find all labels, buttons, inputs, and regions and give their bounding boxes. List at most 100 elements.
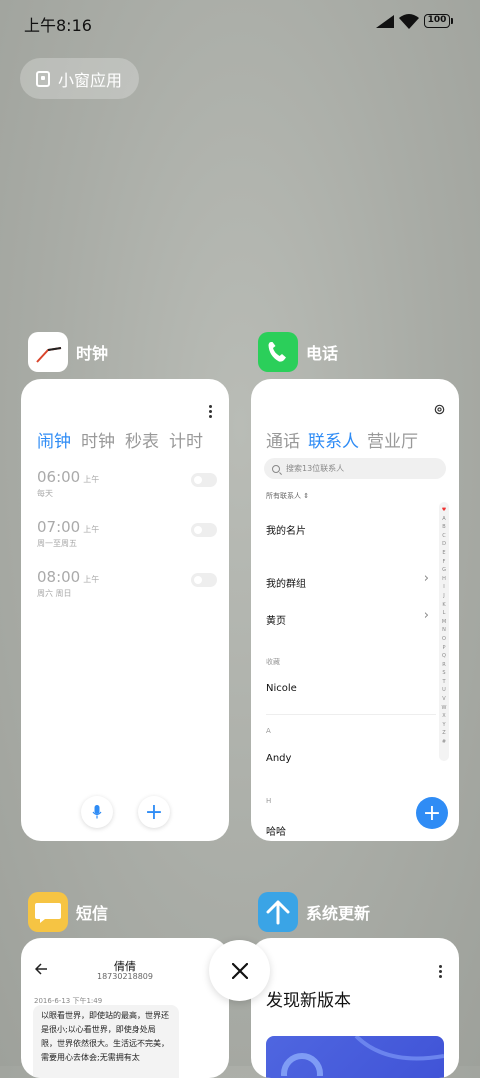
sms-app-icon bbox=[28, 892, 68, 932]
message-bubble[interactable]: 以眼看世界，即使站的最高，世界还是很小;以心看世界，即使身处局限，世界依然很大。… bbox=[33, 1005, 179, 1078]
sms-app-card[interactable]: 倩倩 18730218809 2016-6-13 下午1:49 以眼看世界，即使… bbox=[21, 938, 229, 1078]
update-app-header: 系统更新 bbox=[258, 892, 370, 932]
alphabet-index-letter[interactable]: B bbox=[442, 524, 445, 530]
plus-icon: + bbox=[422, 800, 442, 826]
alphabet-index-letter[interactable]: A bbox=[442, 516, 445, 522]
phone-app-header: 电话 bbox=[258, 332, 338, 372]
alarm-item[interactable]: 08:00 上午 周六 周日 bbox=[37, 567, 217, 599]
alphabet-index-letter[interactable]: J bbox=[443, 593, 444, 599]
divider bbox=[266, 714, 436, 715]
chevron-right-icon: › bbox=[423, 571, 429, 586]
alarm-time: 06:00 bbox=[37, 468, 81, 486]
sms-app-name: 短信 bbox=[76, 904, 109, 923]
alarm-toggle[interactable] bbox=[191, 473, 217, 487]
section-header: H bbox=[266, 797, 272, 805]
yellow-pages-item[interactable]: 黄页 bbox=[266, 612, 286, 627]
alphabet-index-letter[interactable]: K bbox=[442, 602, 445, 608]
alphabet-index-letter[interactable]: L bbox=[443, 610, 446, 616]
alphabet-index-letter[interactable]: E bbox=[442, 550, 445, 556]
alphabet-index-letter[interactable]: V bbox=[442, 696, 445, 702]
alphabet-index-letter[interactable]: Y bbox=[442, 722, 445, 728]
tab-calls[interactable]: 通话 bbox=[266, 427, 300, 452]
alphabet-index-letter[interactable]: Q bbox=[442, 653, 446, 659]
tab-contacts[interactable]: 联系人 bbox=[308, 427, 359, 452]
alphabet-index-letter[interactable]: Z bbox=[442, 730, 445, 736]
wifi-icon bbox=[399, 14, 419, 29]
alphabet-index-letter[interactable]: P bbox=[442, 645, 445, 651]
close-icon bbox=[231, 962, 248, 979]
status-bar: 上午8:16 100 bbox=[0, 0, 480, 44]
sms-app-header: 短信 bbox=[28, 892, 108, 932]
alarm-item[interactable]: 07:00 上午 周一至周五 bbox=[37, 517, 217, 549]
battery-icon: 100 bbox=[424, 14, 453, 28]
update-title: 发现新版本 bbox=[266, 991, 351, 1011]
system-update-app-card[interactable]: 发现新版本 bbox=[251, 938, 459, 1078]
tab-timer[interactable]: 计时 bbox=[169, 427, 203, 452]
alarm-ampm: 上午 bbox=[83, 575, 100, 584]
alphabet-index-letter[interactable]: O bbox=[442, 636, 446, 642]
alphabet-index-letter[interactable]: W bbox=[442, 705, 447, 711]
phone-tabs: 通话 联系人 营业厅 bbox=[266, 427, 418, 452]
contact-search-input[interactable]: 搜索13位联系人 bbox=[264, 458, 446, 479]
heart-icon: ♥ bbox=[441, 507, 447, 513]
alphabet-index-letter[interactable]: F bbox=[443, 559, 446, 565]
phone-app-card[interactable]: 通话 联系人 营业厅 搜索13位联系人 所有联系人 ⇕ 我的名片 我的群组 › … bbox=[251, 379, 459, 841]
status-time: 上午8:16 bbox=[24, 16, 92, 35]
clock-app-header: 时钟 bbox=[28, 332, 108, 372]
clear-recents-button[interactable] bbox=[209, 940, 270, 1001]
clock-app-name: 时钟 bbox=[76, 344, 109, 363]
clock-tabs: 闹钟 时钟 秒表 计时 bbox=[37, 427, 203, 452]
alphabet-index-letters: A B C D E F G H I J K L M N O P Q R S T U V W X Y Z # bbox=[442, 516, 447, 745]
alphabet-index-letter[interactable]: C bbox=[442, 533, 446, 539]
alphabet-index-letter[interactable]: M bbox=[442, 619, 446, 625]
clock-app-card[interactable]: 闹钟 时钟 秒表 计时 06:00 上午 每天 07:00 上午 周一至周五 08:… bbox=[21, 379, 229, 841]
alarm-time: 07:00 bbox=[37, 518, 81, 536]
mini-window-icon bbox=[36, 70, 50, 87]
add-contact-button[interactable]: + bbox=[416, 797, 448, 829]
alphabet-index-letter[interactable]: X bbox=[442, 713, 445, 719]
alarm-repeat: 周一至周五 bbox=[37, 539, 77, 548]
alphabet-index-letter[interactable]: D bbox=[442, 541, 446, 547]
add-alarm-button[interactable]: + bbox=[138, 796, 170, 828]
alphabet-index-letter[interactable]: # bbox=[442, 739, 446, 745]
my-card-item[interactable]: 我的名片 bbox=[266, 522, 306, 537]
tab-stopwatch[interactable]: 秒表 bbox=[125, 427, 159, 452]
my-groups-item[interactable]: 我的群组 bbox=[266, 575, 306, 590]
alphabet-index-letter[interactable]: T bbox=[442, 679, 445, 685]
mini-window-apps-button[interactable]: 小窗应用 bbox=[20, 58, 139, 99]
alphabet-index-letter[interactable]: S bbox=[442, 670, 445, 676]
alphabet-index-letter[interactable]: R bbox=[442, 662, 445, 668]
alphabet-index-letter[interactable]: G bbox=[442, 567, 446, 573]
phone-app-name: 电话 bbox=[306, 344, 339, 363]
alarm-toggle[interactable] bbox=[191, 573, 217, 587]
more-options-icon[interactable] bbox=[439, 965, 442, 980]
voice-alarm-button[interactable] bbox=[81, 796, 113, 828]
settings-icon[interactable] bbox=[434, 404, 445, 415]
update-banner-image bbox=[266, 1034, 445, 1078]
contact-item[interactable]: Nicole bbox=[266, 683, 297, 694]
alarm-ampm: 上午 bbox=[83, 475, 100, 484]
alarm-item[interactable]: 06:00 上午 每天 bbox=[37, 467, 217, 499]
alphabet-index-letter[interactable]: N bbox=[442, 627, 446, 633]
alphabet-index-letter[interactable]: H bbox=[442, 576, 446, 582]
tab-clock[interactable]: 时钟 bbox=[81, 427, 115, 452]
alarm-repeat: 每天 bbox=[37, 489, 53, 498]
all-contacts-filter[interactable]: 所有联系人 ⇕ bbox=[266, 491, 309, 501]
alphabet-index-letter[interactable]: U bbox=[442, 687, 446, 693]
tab-alarm[interactable]: 闹钟 bbox=[37, 427, 71, 452]
alphabet-index-scrollbar[interactable]: ♥ A B C D E F G H I J K L M N O P Q R S T U V W X Y Z # bbox=[439, 502, 449, 761]
update-app-name: 系统更新 bbox=[306, 904, 371, 923]
favorites-header: 收藏 bbox=[266, 658, 280, 666]
more-options-icon[interactable] bbox=[209, 405, 212, 420]
contact-item[interactable]: Andy bbox=[266, 753, 291, 764]
alarm-toggle[interactable] bbox=[191, 523, 217, 537]
search-placeholder: 搜索13位联系人 bbox=[286, 464, 345, 473]
alarm-ampm: 上午 bbox=[83, 525, 100, 534]
contact-item[interactable]: 哈哈 bbox=[266, 823, 286, 838]
alphabet-index-letter[interactable]: I bbox=[443, 584, 444, 590]
phone-app-icon bbox=[258, 332, 298, 372]
search-icon bbox=[272, 464, 280, 473]
tab-service-hall[interactable]: 营业厅 bbox=[367, 427, 418, 452]
mini-window-label: 小窗应用 bbox=[58, 70, 123, 90]
alarm-repeat: 周六 周日 bbox=[37, 589, 72, 598]
